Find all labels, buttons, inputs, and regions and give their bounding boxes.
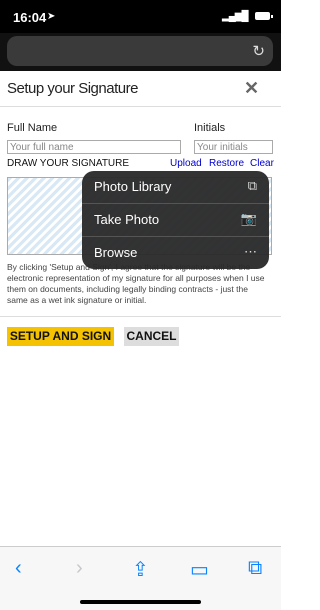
menu-item-take-photo[interactable]: Take Photo 📷 [82, 204, 269, 237]
location-arrow-icon: ➤ [47, 11, 56, 22]
close-icon[interactable]: ✕ [244, 78, 259, 99]
share-icon[interactable]: ⇪ [132, 557, 149, 582]
draw-signature-label: DRAW YOUR SIGNATURE [7, 158, 130, 169]
forward-icon[interactable]: › [76, 557, 83, 580]
full-name-field[interactable]: Your full name [7, 140, 181, 154]
cancel-button[interactable]: CANCEL [124, 327, 179, 346]
status-bar: 16:04 ➤ ▂▄▆█ ◠ [0, 0, 281, 33]
restore-link[interactable]: Restore [209, 158, 244, 169]
more-icon: ⋯ [244, 244, 257, 259]
photo-library-icon: ⧉ [247, 178, 257, 193]
camera-icon: 📷 [240, 211, 257, 226]
menu-item-label: Browse [94, 245, 138, 260]
browser-address-bar: ↻ [0, 33, 281, 69]
menu-item-label: Photo Library [94, 179, 172, 194]
wifi-icon: ◠ [237, 12, 247, 24]
menu-item-browse[interactable]: Browse ⋯ [82, 237, 269, 269]
url-field[interactable]: ↻ [7, 36, 273, 66]
clear-link[interactable]: Clear [250, 158, 274, 169]
divider [0, 316, 281, 317]
tabs-icon[interactable]: ⧉ [248, 557, 262, 580]
bookmarks-icon[interactable]: ▭ [190, 557, 209, 582]
setup-and-sign-button[interactable]: SETUP AND SIGN [7, 327, 114, 346]
dialog-title: Setup your Signature [7, 80, 138, 97]
full-name-label: Full Name [7, 122, 58, 134]
status-time: 16:04 [13, 10, 47, 25]
home-indicator [80, 600, 201, 604]
initials-label: Initials [194, 122, 226, 134]
menu-item-photo-library[interactable]: Photo Library ⧉ [82, 171, 269, 204]
initials-field[interactable]: Your initials [194, 140, 273, 154]
battery-icon [255, 12, 273, 20]
upload-source-menu: Photo Library ⧉ Take Photo 📷 Browse ⋯ [82, 171, 269, 269]
back-icon[interactable]: ‹ [15, 557, 22, 580]
menu-item-label: Take Photo [94, 212, 160, 227]
upload-link[interactable]: Upload [170, 158, 202, 169]
dialog-header: Setup your Signature ✕ [0, 71, 281, 107]
reload-icon[interactable]: ↻ [252, 42, 265, 60]
